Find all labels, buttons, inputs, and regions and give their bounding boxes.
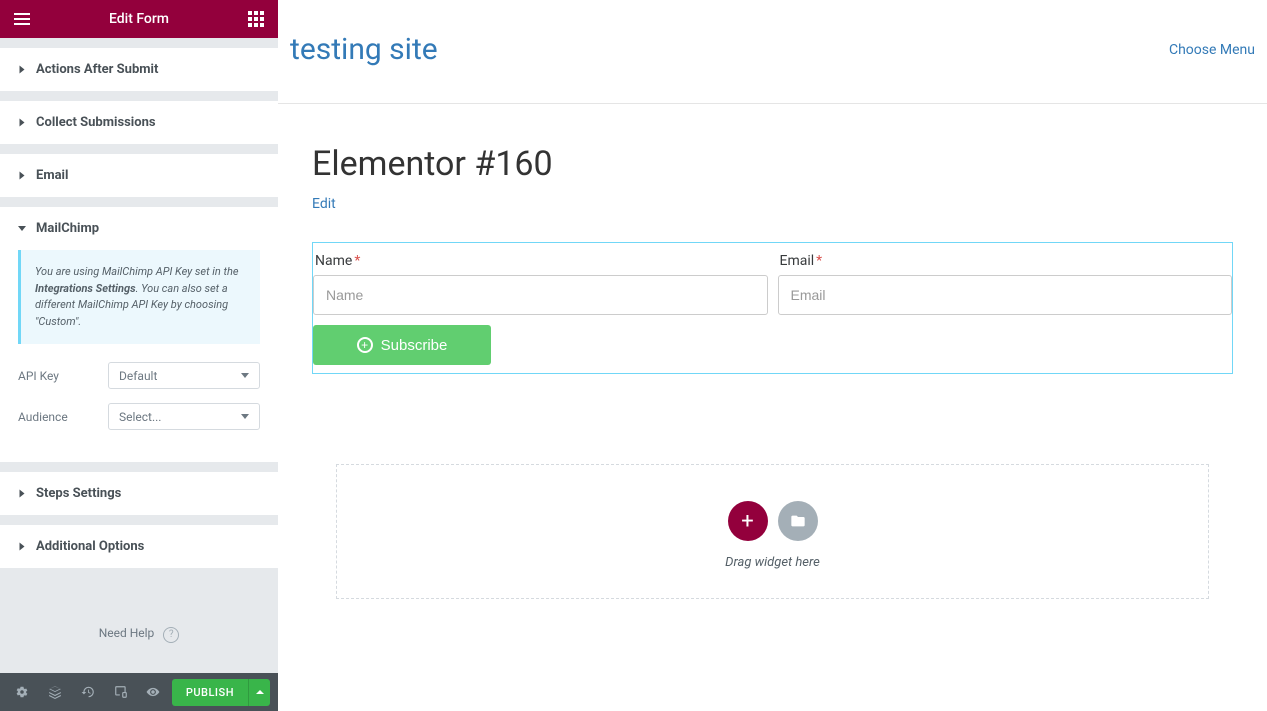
folder-icon <box>790 513 806 529</box>
caret-right-icon <box>20 172 25 180</box>
drop-zone[interactable]: + Drag widget here <box>336 464 1209 599</box>
publish-button-group: PUBLISH <box>172 679 270 706</box>
history-icon[interactable] <box>74 677 103 707</box>
name-input[interactable] <box>313 275 768 315</box>
panel-additional-options: Additional Options <box>0 525 278 568</box>
audience-label: Audience <box>18 410 108 424</box>
panel-label: Steps Settings <box>36 486 121 501</box>
panel-collect-submissions: Collect Submissions <box>0 101 278 144</box>
responsive-icon[interactable] <box>106 677 135 707</box>
settings-icon[interactable] <box>8 677 37 707</box>
email-input[interactable] <box>778 275 1233 315</box>
publish-button[interactable]: PUBLISH <box>172 679 248 706</box>
panel-header-actions[interactable]: Actions After Submit <box>0 48 278 91</box>
preview-icon[interactable] <box>139 677 168 707</box>
email-label: Email* <box>778 253 1233 269</box>
add-section-button[interactable]: + <box>728 501 768 541</box>
need-help[interactable]: Need Help ? <box>0 578 278 659</box>
caret-right-icon <box>20 66 25 74</box>
audience-select[interactable]: Select... <box>108 403 260 430</box>
subscribe-label: Subscribe <box>381 337 448 354</box>
publish-more-button[interactable] <box>248 679 270 706</box>
panel-body-mailchimp: You are using MailChimp API Key set in t… <box>0 250 278 462</box>
site-title[interactable]: testing site <box>290 32 438 67</box>
required-asterisk: * <box>354 253 360 269</box>
sidebar-header: Edit Form <box>0 0 278 38</box>
mailchimp-info: You are using MailChimp API Key set in t… <box>18 250 260 344</box>
panel-steps-settings: Steps Settings <box>0 472 278 515</box>
panel-label: Email <box>36 168 68 183</box>
required-asterisk: * <box>816 253 822 269</box>
edit-link[interactable]: Edit <box>312 196 336 212</box>
caret-down-icon <box>18 226 26 231</box>
control-audience: Audience Select... <box>18 403 260 430</box>
form-field-email: Email* <box>778 243 1233 315</box>
subscribe-button[interactable]: + Subscribe <box>313 325 491 365</box>
preview-canvas: testing site Choose Menu Elementor #160 … <box>278 0 1267 711</box>
caret-right-icon <box>20 490 25 498</box>
panel-header-email[interactable]: Email <box>0 154 278 197</box>
info-bold: Integrations Settings <box>35 282 136 295</box>
api-key-label: API Key <box>18 369 108 383</box>
panel-actions-after-submit: Actions After Submit <box>0 48 278 91</box>
panel-list: Actions After Submit Collect Submissions… <box>0 38 278 673</box>
page-title: Elementor #160 <box>312 144 1233 184</box>
panel-header-steps[interactable]: Steps Settings <box>0 472 278 515</box>
form-widget[interactable]: Name* Email* + Subscribe <box>312 242 1233 374</box>
caret-right-icon <box>20 543 25 551</box>
menu-icon[interactable] <box>14 13 30 25</box>
page-content: Elementor #160 Edit Name* Email* <box>278 104 1267 599</box>
panel-mailchimp: MailChimp You are using MailChimp API Ke… <box>0 207 278 462</box>
panel-header-additional[interactable]: Additional Options <box>0 525 278 568</box>
select-value: Default <box>119 369 157 383</box>
navigator-icon[interactable] <box>41 677 70 707</box>
panel-email: Email <box>0 154 278 197</box>
help-icon: ? <box>163 627 179 643</box>
form-field-name: Name* <box>313 243 768 315</box>
chevron-down-icon <box>241 373 249 378</box>
panel-label: Actions After Submit <box>36 62 158 77</box>
site-header: testing site Choose Menu <box>278 0 1267 104</box>
help-label: Need Help <box>99 626 155 640</box>
control-api-key: API Key Default <box>18 362 260 389</box>
choose-menu-link[interactable]: Choose Menu <box>1169 42 1255 58</box>
chevron-down-icon <box>241 414 249 419</box>
name-label: Name* <box>313 253 768 269</box>
plus-circle-icon: + <box>357 337 373 353</box>
panel-header-collect[interactable]: Collect Submissions <box>0 101 278 144</box>
apps-icon[interactable] <box>248 11 264 27</box>
label-text: Name <box>315 253 352 269</box>
api-key-select[interactable]: Default <box>108 362 260 389</box>
panel-header-mailchimp[interactable]: MailChimp <box>0 207 278 250</box>
add-template-button[interactable] <box>778 501 818 541</box>
caret-right-icon <box>20 119 25 127</box>
sidebar-title: Edit Form <box>109 11 169 27</box>
plus-icon: + <box>741 509 753 534</box>
panel-label: Collect Submissions <box>36 115 156 130</box>
select-value: Select... <box>119 410 161 424</box>
info-text: You are using MailChimp API Key set in t… <box>35 265 239 278</box>
drop-text: Drag widget here <box>337 555 1208 570</box>
caret-up-icon <box>256 690 264 694</box>
sidebar-footer: PUBLISH <box>0 673 278 711</box>
editor-sidebar: Edit Form Actions After Submit Collect S… <box>0 0 278 711</box>
label-text: Email <box>780 253 815 269</box>
panel-label: MailChimp <box>36 221 99 236</box>
panel-label: Additional Options <box>36 539 144 554</box>
